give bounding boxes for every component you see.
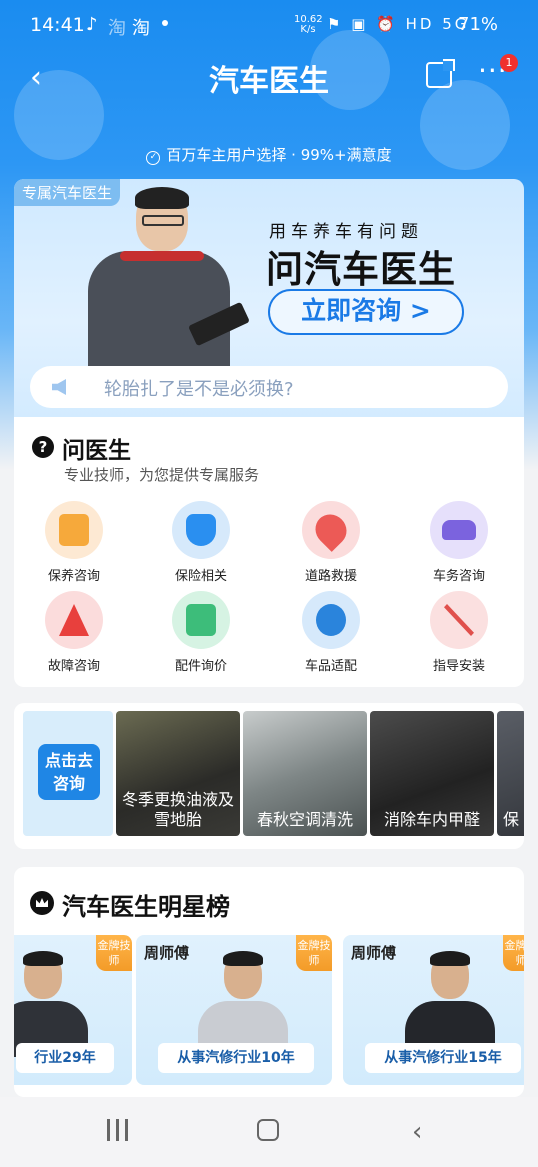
check-icon: ✓: [146, 151, 161, 165]
home-button[interactable]: [257, 1119, 279, 1141]
topic-card[interactable]: 消除车内甲醛: [370, 711, 494, 836]
price-tag-icon: [172, 591, 230, 649]
net-speed: 10.62 K/s: [294, 14, 323, 35]
section-subtitle: 专业技师，为您提供专属服务: [64, 466, 260, 484]
tools-icon: [430, 591, 488, 649]
system-back-button[interactable]: ‹: [412, 1117, 422, 1147]
car-icon: [430, 501, 488, 559]
search-placeholder: 轮胎扎了是不是必须换?: [104, 379, 294, 400]
technician-card[interactable]: 金牌技师 行业29年: [14, 935, 132, 1085]
status-time: 14:41: [30, 14, 85, 36]
gold-tech-badge: 金牌技师: [503, 935, 524, 971]
star-technicians-section: 汽车医生明星榜 金牌技师 行业29年 周师傅 金牌技师 从事汽修行业10年 周师…: [14, 867, 524, 1097]
gold-tech-badge: 金牌技师: [296, 935, 332, 971]
experience-label: 从事汽修行业10年: [158, 1043, 314, 1073]
status-icons: ⚑ ▣ ⏰ HD 5G: [327, 15, 470, 33]
shield-check-icon: [172, 501, 230, 559]
service-road-rescue[interactable]: 道路救援: [286, 501, 376, 584]
status-bar: 14:41 ♪ 淘 淘 10.62 K/s ⚑ ▣ ⏰ HD 5G 71%: [0, 0, 538, 52]
tiktok-icon: ♪: [86, 14, 98, 35]
technician-photo: [14, 951, 90, 1057]
service-insurance[interactable]: 保险相关: [156, 501, 246, 584]
doctor-photo: [80, 187, 250, 379]
question-icon: ?: [32, 436, 54, 458]
gold-tech-badge: 金牌技师: [96, 935, 132, 971]
experience-label: 从事汽修行业15年: [365, 1043, 521, 1073]
section-title: 汽车医生明星榜: [62, 893, 230, 921]
warning-icon: [45, 591, 103, 649]
location-pin-icon: [302, 501, 360, 559]
recents-button[interactable]: [107, 1119, 131, 1141]
technician-photo: [194, 951, 290, 1057]
gear-icon: [302, 591, 360, 649]
service-parts-price[interactable]: 配件询价: [156, 591, 246, 674]
service-product-fit[interactable]: 车品适配: [286, 591, 376, 674]
technician-card[interactable]: 周师傅 金牌技师 从事汽修行业15年: [343, 935, 524, 1085]
technician-card[interactable]: 周师傅 金牌技师 从事汽修行业10年: [136, 935, 332, 1085]
crown-icon: [30, 891, 54, 915]
technician-photo: [401, 951, 497, 1057]
speaker-icon: [52, 379, 66, 395]
topic-card[interactable]: 冬季更换油液及雪地胎: [116, 711, 240, 836]
section-title: 问医生: [62, 438, 131, 464]
service-fault[interactable]: 故障咨询: [29, 591, 119, 674]
service-vehicle-affairs[interactable]: 车务咨询: [414, 501, 504, 584]
system-navigation-bar: ‹: [0, 1097, 538, 1167]
ask-doctor-section: ? 问医生 专业技师，为您提供专属服务 保养咨询 保险相关 道路救援 车务咨询 …: [14, 417, 524, 687]
topics-carousel: 点击去咨询 冬季更换油液及雪地胎 春秋空调清洗 消除车内甲醛 保: [14, 703, 524, 849]
topic-card[interactable]: 春秋空调清洗: [243, 711, 367, 836]
notification-badge: 1: [500, 54, 518, 72]
topic-card[interactable]: 保: [497, 711, 524, 836]
nav-bar: ‹ 汽车医生 ··· 1: [0, 52, 538, 102]
notification-dot: [162, 20, 168, 26]
hero-banner[interactable]: 专属汽车医生 用车养车有问题 问汽车医生 立即咨询 > 轮胎扎了是不是必须换?: [14, 179, 524, 417]
share-icon[interactable]: [426, 59, 455, 88]
taobao-icon: 淘: [108, 18, 126, 39]
service-install-guide[interactable]: 指导安装: [414, 591, 504, 674]
experience-label: 行业29年: [16, 1043, 114, 1073]
go-consult-button[interactable]: 点击去咨询: [38, 744, 100, 800]
page-title: 汽车医生: [209, 64, 329, 99]
service-maintenance[interactable]: 保养咨询: [29, 501, 119, 584]
consult-now-button[interactable]: 立即咨询 >: [268, 289, 464, 335]
hero-title: 问汽车医生: [266, 248, 456, 291]
battery-indicator: 71%: [458, 14, 499, 35]
question-search-bar[interactable]: 轮胎扎了是不是必须换?: [30, 366, 508, 408]
taobao-icon: 淘: [132, 18, 150, 39]
oil-can-icon: [45, 501, 103, 559]
tagline: ✓ 百万车主用户选择 · 99%+满意度: [0, 144, 538, 165]
consult-card[interactable]: 点击去咨询: [23, 711, 113, 836]
